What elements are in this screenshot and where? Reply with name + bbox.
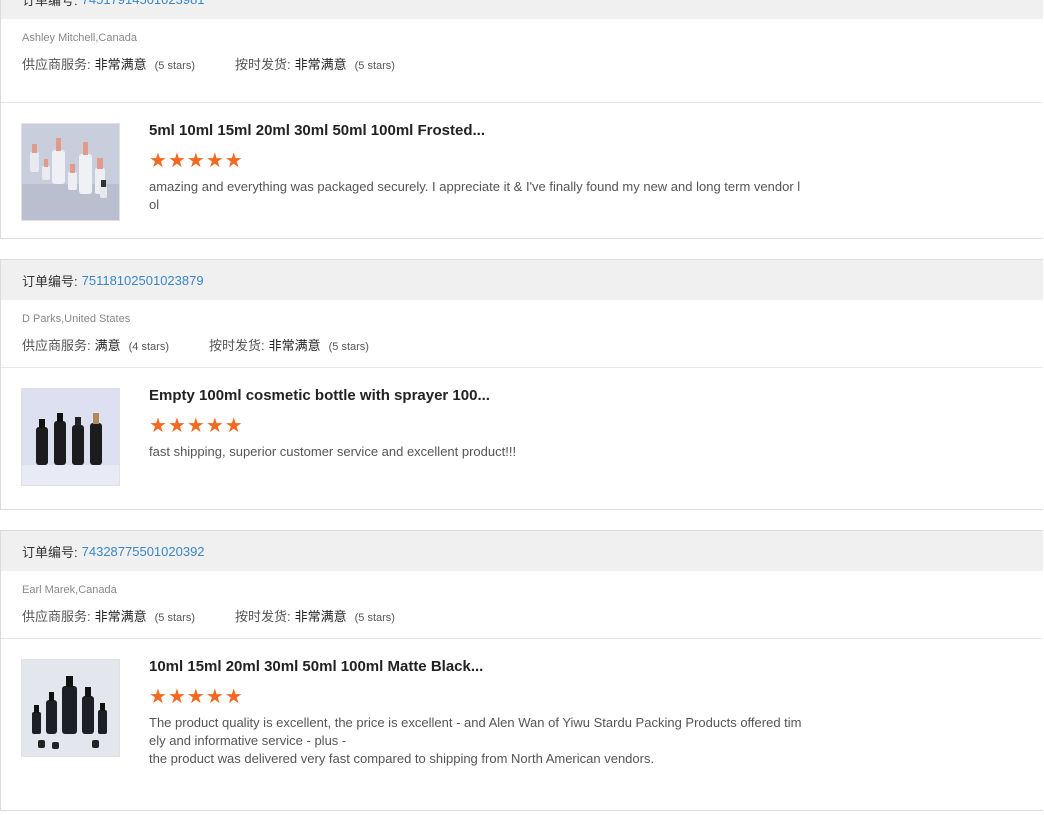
supplier-service-value: 满意 <box>94 338 121 353</box>
star-icon: ★ <box>224 686 243 708</box>
product-thumbnail[interactable] <box>21 388 120 486</box>
star-rating: ★ ★ ★ ★ ★ <box>149 416 244 436</box>
shipping-rating: 按时发货: 非常满意 (5 stars) <box>235 54 395 73</box>
order-header: 订单编号: 74517914501023981 <box>1 0 1043 19</box>
order-header: 订单编号: 75118102501023879 <box>1 260 1043 300</box>
matte-black-bottles-image <box>22 660 119 756</box>
product-title-link[interactable]: Empty 100ml cosmetic bottle with sprayer… <box>149 387 490 404</box>
supplier-service-stars: (5 stars) <box>154 60 195 72</box>
reviewer-name: Ashley Mitchell,Canada <box>22 32 137 44</box>
supplier-service-rating: 供应商服务: 非常满意 (5 stars) <box>22 606 195 625</box>
order-label: 订单编号: <box>22 273 78 289</box>
supplier-service-value: 非常满意 <box>94 609 147 624</box>
shipping-label: 按时发货: <box>234 57 291 72</box>
reviewer-info: Earl Marek,Canada 供应商服务: 非常满意 (5 stars) … <box>1 571 1043 639</box>
shipping-stars: (5 stars) <box>328 341 369 353</box>
supplier-service-label: 供应商服务: <box>22 57 91 72</box>
star-icon: ★ <box>205 686 224 708</box>
star-rating: ★ ★ ★ ★ ★ <box>149 687 244 707</box>
shipping-rating: 按时发货: 非常满意 (5 stars) <box>209 335 369 354</box>
shipping-value: 非常满意 <box>268 338 321 353</box>
order-label: 订单编号: <box>22 0 78 8</box>
ratings-row: 供应商服务: 非常满意 (5 stars) 按时发货: 非常满意 (5 star… <box>22 54 1043 73</box>
shipping-stars: (5 stars) <box>354 60 395 72</box>
order-header: 订单编号: 74328775501020392 <box>1 531 1043 571</box>
review-text: fast shipping, superior customer service… <box>149 444 517 459</box>
star-icon: ★ <box>167 415 186 437</box>
supplier-service-value: 非常满意 <box>94 57 147 72</box>
ratings-row: 供应商服务: 满意 (4 stars) 按时发货: 非常满意 (5 stars) <box>22 335 1043 354</box>
star-icon: ★ <box>205 415 224 437</box>
order-number-link[interactable]: 74328775501020392 <box>82 544 205 559</box>
reviewer-name: Earl Marek,Canada <box>22 584 117 596</box>
ratings-row: 供应商服务: 非常满意 (5 stars) 按时发货: 非常满意 (5 star… <box>22 606 1043 625</box>
shipping-value: 非常满意 <box>294 609 347 624</box>
star-icon: ★ <box>149 686 167 708</box>
star-icon: ★ <box>167 686 186 708</box>
supplier-service-stars: (5 stars) <box>154 612 195 624</box>
review-card: 订单编号: 75118102501023879 D Parks,United S… <box>0 259 1043 510</box>
frosted-dropper-bottles-image <box>22 124 119 220</box>
star-icon: ★ <box>224 150 243 172</box>
product-thumbnail[interactable] <box>21 659 120 757</box>
review-text: The product quality is excellent, the pr… <box>149 715 802 766</box>
supplier-service-stars: (4 stars) <box>128 341 169 353</box>
supplier-service-rating: 供应商服务: 非常满意 (5 stars) <box>22 54 195 73</box>
star-icon: ★ <box>186 686 205 708</box>
review-card: 订单编号: 74328775501020392 Earl Marek,Canad… <box>0 530 1043 811</box>
product-review: Empty 100ml cosmetic bottle with sprayer… <box>1 368 1043 508</box>
black-sprayer-bottles-image <box>22 389 119 485</box>
review-card: 订单编号: 74517914501023981 Ashley Mitchell,… <box>0 0 1043 239</box>
supplier-service-rating: 供应商服务: 满意 (4 stars) <box>22 335 169 354</box>
star-icon: ★ <box>186 150 205 172</box>
reviewer-info: Ashley Mitchell,Canada 供应商服务: 非常满意 (5 st… <box>1 19 1043 103</box>
shipping-stars: (5 stars) <box>354 612 395 624</box>
review-text: amazing and everything was packaged secu… <box>149 179 801 212</box>
product-title-link[interactable]: 10ml 15ml 20ml 30ml 50ml 100ml Matte Bla… <box>149 658 483 675</box>
product-review: 5ml 10ml 15ml 20ml 30ml 50ml 100ml Frost… <box>1 103 1043 243</box>
star-icon: ★ <box>224 415 243 437</box>
star-icon: ★ <box>167 150 186 172</box>
shipping-label: 按时发货: <box>234 609 291 624</box>
shipping-value: 非常满意 <box>294 57 347 72</box>
star-icon: ★ <box>149 150 167 172</box>
order-number-link[interactable]: 75118102501023879 <box>82 273 204 288</box>
supplier-service-label: 供应商服务: <box>22 609 91 624</box>
product-title-link[interactable]: 5ml 10ml 15ml 20ml 30ml 50ml 100ml Frost… <box>149 122 485 139</box>
star-icon: ★ <box>205 150 224 172</box>
shipping-label: 按时发货: <box>208 338 265 353</box>
shipping-rating: 按时发货: 非常满意 (5 stars) <box>235 606 395 625</box>
reviewer-name: D Parks,United States <box>22 313 131 325</box>
star-icon: ★ <box>186 415 205 437</box>
star-icon: ★ <box>149 415 167 437</box>
product-thumbnail[interactable] <box>21 123 120 221</box>
order-label: 订单编号: <box>22 544 78 560</box>
star-rating: ★ ★ ★ ★ ★ <box>149 151 244 171</box>
product-review: 10ml 15ml 20ml 30ml 50ml 100ml Matte Bla… <box>1 639 1043 809</box>
order-number-link[interactable]: 74517914501023981 <box>82 0 205 7</box>
supplier-service-label: 供应商服务: <box>22 338 91 353</box>
reviewer-info: D Parks,United States 供应商服务: 满意 (4 stars… <box>1 300 1043 368</box>
